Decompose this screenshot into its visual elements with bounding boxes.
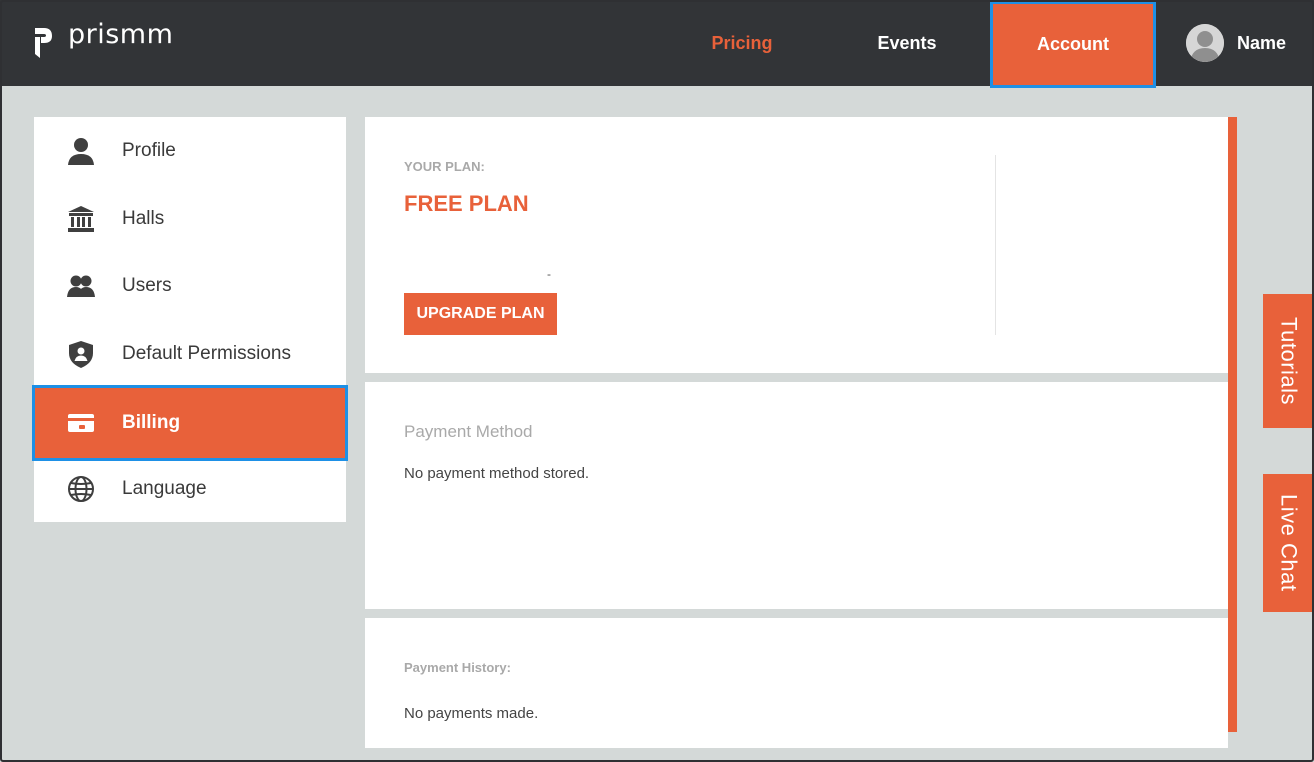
sidebar-item-label: Users — [122, 275, 172, 296]
account-sidebar: Profile Halls Users Default Permissions … — [32, 117, 348, 523]
plan-panel: YOUR PLAN: FREE PLAN - UPGRADE PLAN — [365, 117, 1228, 373]
sidebar-item-label: Language — [122, 478, 207, 499]
credit-card-icon — [65, 407, 97, 439]
payment-method-message: No payment method stored. — [404, 465, 590, 482]
user-name: Name — [1237, 32, 1287, 53]
nav-pricing[interactable]: Pricing — [690, 0, 794, 86]
top-navigation-bar: prismm Pricing Events Account Name — [0, 0, 1314, 88]
tutorials-tab-label: Tutorials — [1276, 316, 1302, 406]
tutorials-tab[interactable]: Tutorials — [1263, 294, 1314, 428]
building-icon — [65, 203, 97, 235]
sidebar-item-label: Halls — [122, 208, 165, 229]
upgrade-plan-button[interactable]: UPGRADE PLAN — [404, 293, 557, 335]
plan-detail-dash: - — [547, 267, 551, 281]
live-chat-tab[interactable]: Live Chat — [1263, 474, 1314, 612]
sidebar-item-label: Profile — [122, 140, 176, 161]
content-accent-bar — [1228, 117, 1237, 732]
sidebar-item-label: Billing — [122, 412, 181, 433]
payment-method-panel: Payment Method No payment method stored. — [365, 382, 1228, 609]
sidebar-item-label: Default Permissions — [122, 343, 291, 364]
payment-history-message: No payments made. — [404, 705, 539, 722]
logo-text: prismm — [68, 18, 174, 50]
nav-account[interactable]: Account — [990, 1, 1156, 88]
globe-icon — [65, 473, 97, 505]
user-avatar-icon — [1186, 24, 1224, 62]
live-chat-tab-label: Live Chat — [1276, 494, 1302, 592]
sidebar-item-default-permissions[interactable]: Default Permissions — [34, 320, 346, 388]
payment-history-title: Payment History: — [404, 660, 511, 675]
sidebar-item-profile[interactable]: Profile — [34, 117, 346, 185]
shield-icon — [65, 338, 97, 370]
plan-name: FREE PLAN — [404, 191, 529, 216]
your-plan-label: YOUR PLAN: — [404, 159, 485, 174]
prismm-logo-icon — [35, 28, 52, 58]
users-icon — [65, 270, 97, 302]
person-icon — [65, 135, 97, 167]
payment-method-title: Payment Method — [404, 422, 533, 441]
sidebar-item-users[interactable]: Users — [34, 252, 346, 320]
user-menu[interactable]: Name — [1186, 24, 1286, 62]
payment-history-panel: Payment History: No payments made. — [365, 618, 1228, 748]
plan-divider — [995, 155, 996, 335]
nav-events[interactable]: Events — [858, 0, 956, 86]
avatar — [1186, 24, 1224, 62]
sidebar-item-halls[interactable]: Halls — [34, 185, 346, 253]
sidebar-item-billing[interactable]: Billing — [32, 385, 348, 461]
prismm-logo[interactable]: prismm — [32, 19, 173, 60]
sidebar-item-language[interactable]: Language — [34, 455, 346, 523]
